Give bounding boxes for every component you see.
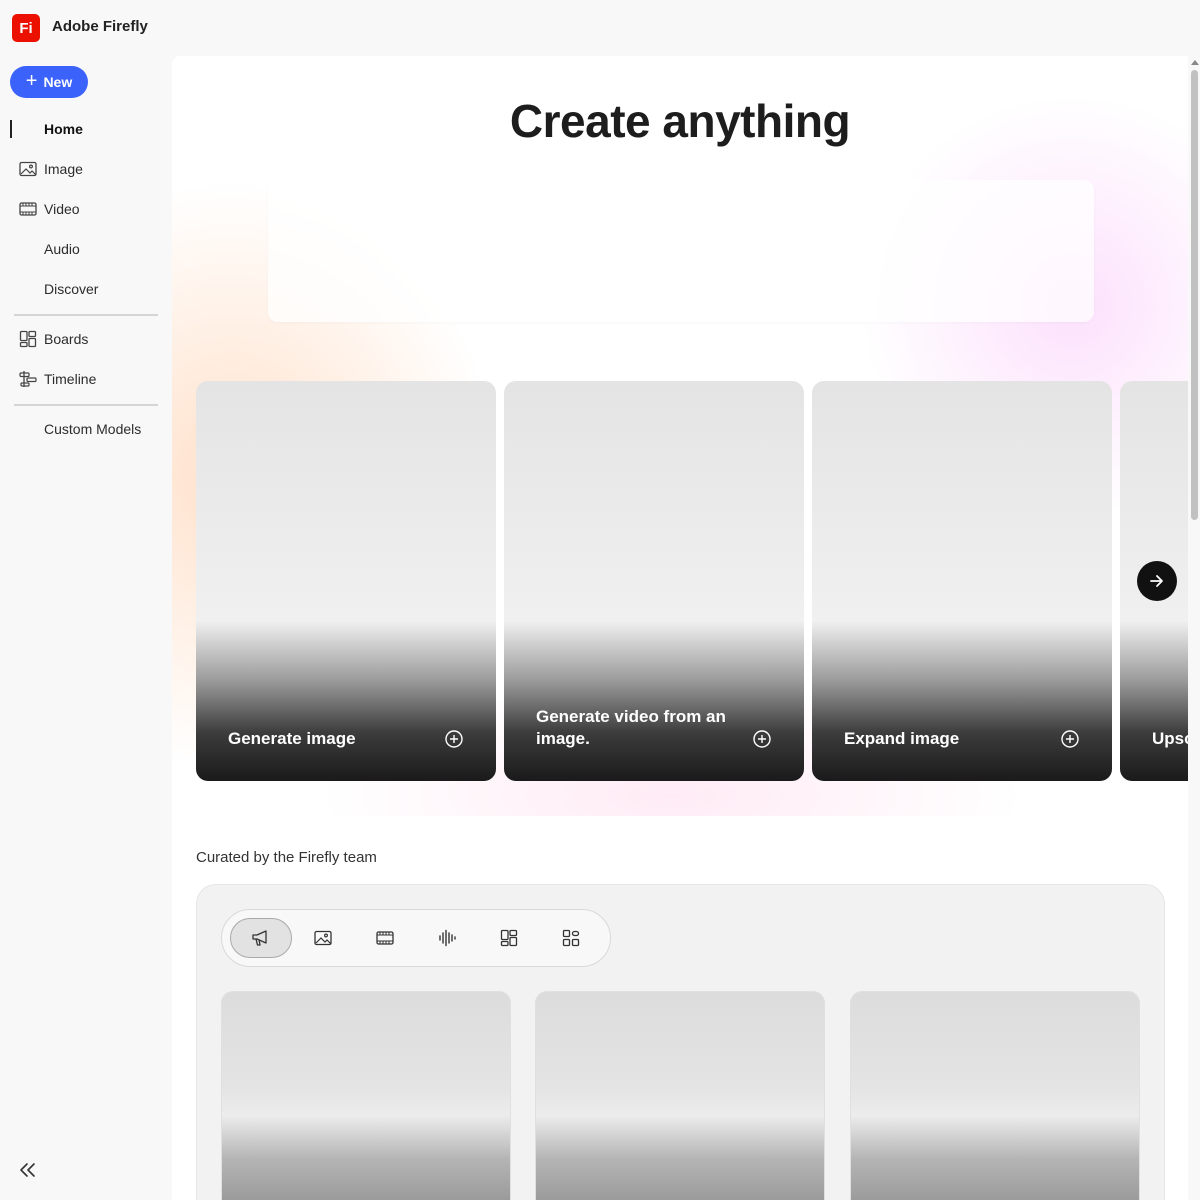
prompt-box[interactable]	[268, 180, 1094, 322]
card-label: Generate image	[228, 729, 356, 748]
arrow-right-icon[interactable]	[1137, 561, 1177, 601]
sidebar-item-label: Image	[44, 161, 83, 177]
curated-tile[interactable]	[535, 991, 825, 1200]
sidebar-item-label: Home	[44, 121, 83, 137]
image-icon	[18, 159, 38, 179]
sidebar-item-label: Audio	[44, 241, 80, 257]
curated-tile[interactable]	[221, 991, 511, 1200]
sidebar-item-boards[interactable]: Boards	[10, 322, 160, 356]
sidebar-item-audio[interactable]: Audio	[10, 232, 160, 266]
plus-icon: +	[25, 70, 38, 92]
audio-waveform-icon	[438, 929, 456, 947]
video-icon	[18, 199, 38, 219]
card-expand-image[interactable]: Expand image	[812, 381, 1112, 781]
card-label: Generate video from an image.	[536, 707, 726, 748]
sidebar-divider	[14, 314, 158, 316]
app-name: Adobe Firefly	[52, 18, 148, 35]
filter-video[interactable]	[354, 918, 416, 958]
filter-apps[interactable]	[540, 918, 602, 958]
sidebar-item-custom-models[interactable]: Custom Models	[10, 412, 160, 446]
filter-audio[interactable]	[416, 918, 478, 958]
main-content: Create anything Generate image Generate …	[172, 56, 1188, 1200]
sidebar-item-timeline[interactable]: Timeline	[10, 362, 160, 396]
new-button[interactable]: + New	[10, 66, 88, 98]
filter-megaphone[interactable]	[230, 918, 292, 958]
image-icon	[314, 930, 332, 946]
plus-circle-icon[interactable]	[752, 729, 772, 749]
scroll-up-arrow-icon[interactable]	[1191, 60, 1199, 65]
scroll-thumb[interactable]	[1191, 70, 1198, 520]
section-title: Curated by the Firefly team	[196, 849, 377, 866]
megaphone-icon	[251, 929, 271, 947]
boards-icon	[18, 329, 38, 349]
sidebar-item-image[interactable]: Image	[10, 152, 160, 186]
double-chevron-left-icon[interactable]	[16, 1158, 40, 1182]
apps-icon	[562, 929, 580, 947]
filter-boards[interactable]	[478, 918, 540, 958]
card-label: Upsc	[1152, 729, 1188, 748]
timeline-icon	[18, 369, 38, 389]
card-label: Expand image	[844, 729, 960, 748]
active-indicator	[10, 120, 12, 138]
card-generate-video[interactable]: Generate video from an image.	[504, 381, 804, 781]
sidebar-item-label: Custom Models	[44, 421, 142, 437]
page-title: Create anything	[509, 95, 851, 147]
sidebar-item-label: Video	[44, 201, 80, 217]
curated-panel	[196, 884, 1165, 1200]
top-bar: Fi Adobe Firefly	[0, 0, 1200, 56]
curated-tile[interactable]	[850, 991, 1140, 1200]
sidebar-item-label: Discover	[44, 281, 99, 297]
boards-icon	[500, 929, 518, 947]
plus-circle-icon[interactable]	[444, 729, 464, 749]
new-button-label: New	[43, 74, 73, 90]
sidebar-item-video[interactable]: Video	[10, 192, 160, 226]
sidebar-item-label: Timeline	[44, 371, 97, 387]
card-generate-image[interactable]: Generate image	[196, 381, 496, 781]
sidebar-item-label: Boards	[44, 331, 89, 347]
filter-image[interactable]	[292, 918, 354, 958]
scrollbar[interactable]	[1188, 56, 1200, 1200]
firefly-logo[interactable]: Fi	[12, 14, 40, 42]
plus-circle-icon[interactable]	[1060, 729, 1080, 749]
sidebar-item-home[interactable]: Home	[10, 112, 160, 146]
sidebar-item-discover[interactable]: Discover	[10, 272, 160, 306]
video-icon	[376, 930, 394, 946]
sidebar-divider	[14, 404, 158, 406]
filter-bar	[221, 909, 611, 967]
sidebar: + New Home Image Video Audio Discover Bo…	[0, 56, 172, 1200]
